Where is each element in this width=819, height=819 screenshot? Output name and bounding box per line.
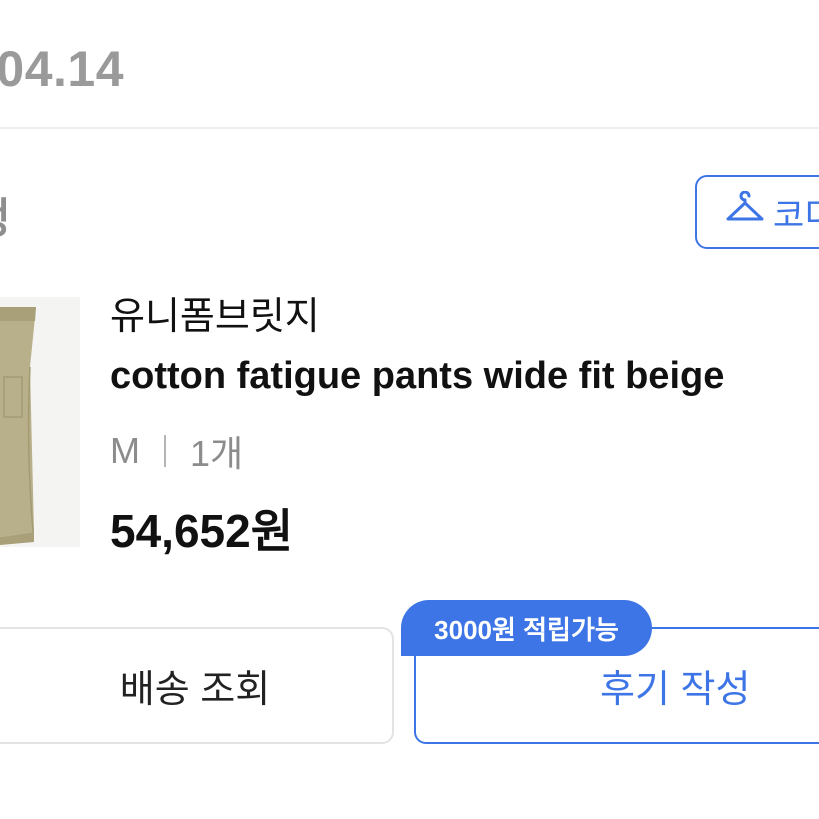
order-status: 정 — [0, 185, 11, 246]
brand-name[interactable]: 유니폼브릿지 — [110, 285, 320, 340]
product-name[interactable]: cotton fatigue pants wide fit beige — [110, 355, 724, 398]
write-review-label: 후기 작성 — [600, 669, 751, 711]
product-price: 54,652원 — [110, 505, 294, 557]
option-separator — [164, 435, 166, 467]
coordi-button-label: 코디 — [773, 196, 819, 235]
order-date: .04.14 — [0, 41, 125, 97]
hanger-icon — [725, 190, 765, 234]
product-options: M 1개 — [110, 425, 243, 477]
coordi-button[interactable]: 코디 — [695, 175, 819, 249]
track-shipping-button[interactable]: 배송 조회 — [0, 627, 394, 744]
section-divider — [0, 127, 819, 129]
reward-points-badge: 3000원 적립가능 — [401, 600, 652, 656]
track-shipping-label: 배송 조회 — [119, 669, 271, 711]
option-size: M — [110, 430, 140, 471]
option-quantity: 1개 — [190, 433, 244, 474]
product-thumbnail[interactable] — [0, 297, 80, 547]
